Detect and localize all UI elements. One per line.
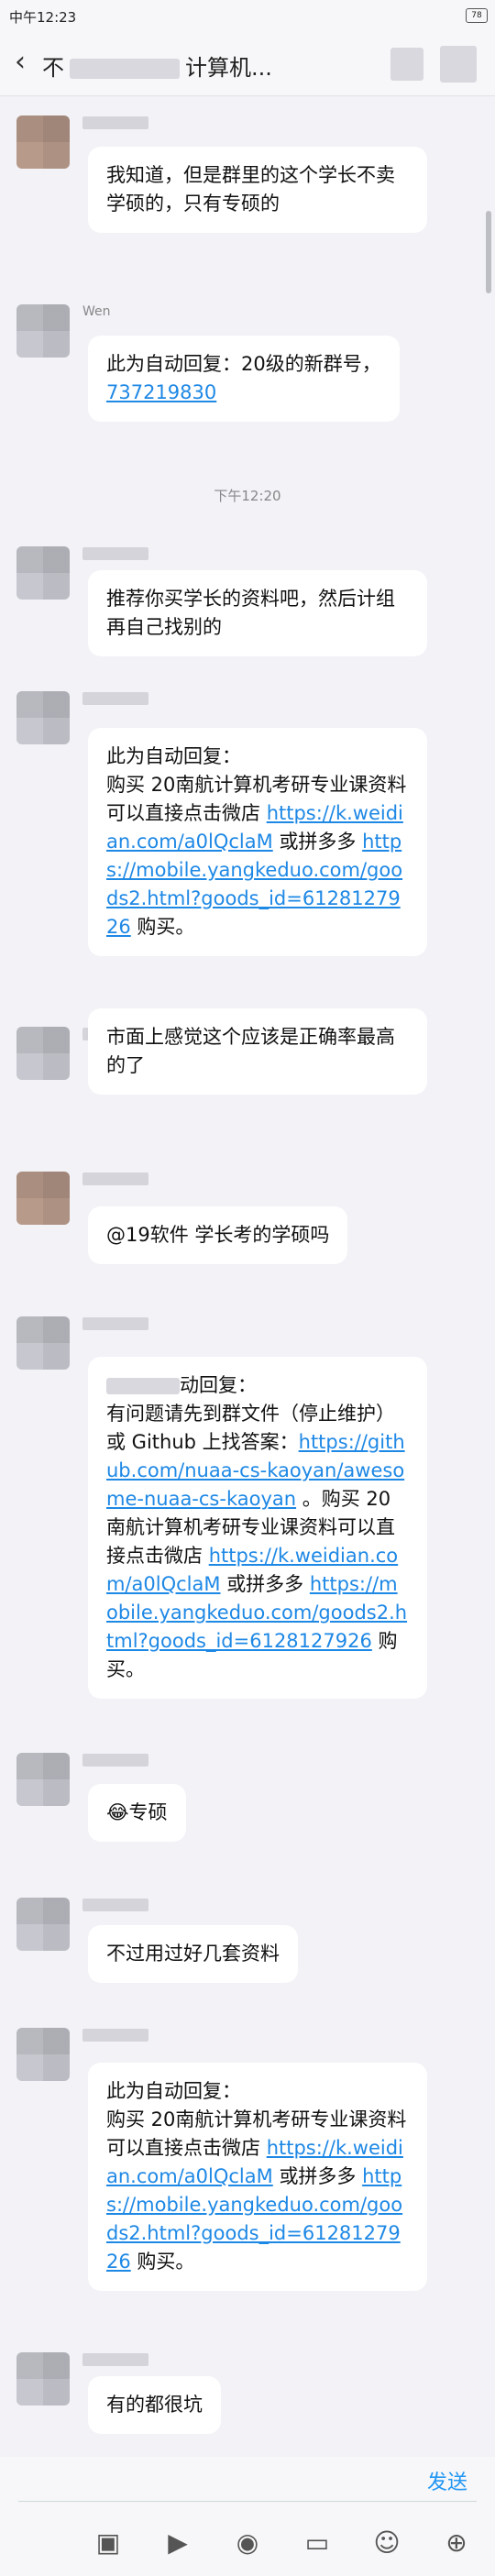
sender-name: [82, 1316, 148, 1333]
battery-icon: 78: [466, 8, 488, 23]
avatar[interactable]: [16, 1027, 70, 1080]
input-toolbar: ▣ ▶ ◉ ▭ ☺ ⊕: [0, 2506, 495, 2576]
message-bubble[interactable]: 动回复： 有问题请先到群文件（停止维护）或 Github 上找答案：https:…: [88, 1357, 427, 1699]
image-icon[interactable]: ▣: [92, 2526, 125, 2559]
plus-icon[interactable]: ⊕: [440, 2526, 473, 2559]
message-text: 不过用过好几套资料: [106, 1943, 280, 1965]
scrollbar[interactable]: [486, 211, 491, 293]
message-text: 市面上感觉这个应该是正确率最高的了: [106, 1026, 395, 1076]
sender-name: [82, 1898, 148, 1914]
avatar[interactable]: [16, 116, 70, 169]
sender-name: [82, 691, 148, 708]
group-members-icon[interactable]: [390, 48, 424, 81]
sender-name: Wen: [82, 304, 111, 319]
composer: 发送: [0, 2457, 495, 2506]
message-bubble[interactable]: 推荐你买学长的资料吧，然后计组再自己找别的: [88, 570, 427, 656]
laughing-emoji-icon: 😂: [106, 1801, 129, 1823]
sender-name: [82, 1753, 148, 1769]
avatar[interactable]: [16, 2028, 70, 2081]
message-bubble[interactable]: 😂专硕: [88, 1784, 186, 1842]
message-bubble[interactable]: 此为自动回复： 购买 20南航计算机考研专业课资料可以直接点击微店 https:…: [88, 2063, 427, 2291]
group-number-link[interactable]: 737219830: [106, 381, 216, 403]
chat-title: 不计算机...: [42, 55, 272, 81]
message-text: 我知道，但是群里的这个学长不卖学硕的，只有专硕的: [106, 164, 395, 215]
avatar[interactable]: [16, 691, 70, 744]
message-text: 专硕: [128, 1801, 168, 1823]
sender-name: [82, 2352, 148, 2369]
message-bubble[interactable]: 此为自动回复： 购买 20南航计算机考研专业课资料可以直接点击微店 https:…: [88, 728, 427, 956]
message-text: 推荐你买学长的资料吧，然后计组再自己找别的: [106, 588, 395, 638]
video-icon[interactable]: ▶: [161, 2526, 194, 2559]
avatar[interactable]: [16, 2352, 70, 2405]
avatar[interactable]: [16, 1316, 70, 1370]
message-bubble[interactable]: @19软件 学长考的学硕吗: [88, 1206, 348, 1264]
message-bubble[interactable]: 不过用过好几套资料: [88, 1925, 298, 1983]
message-bubble[interactable]: 我知道，但是群里的这个学长不卖学硕的，只有专硕的: [88, 147, 427, 233]
avatar[interactable]: [16, 1172, 70, 1225]
sender-name: [82, 116, 148, 132]
folder-icon[interactable]: ▭: [301, 2526, 334, 2559]
sender-name: [82, 1172, 148, 1188]
message-text: @19软件 学长考的学硕吗: [106, 1224, 330, 1246]
avatar[interactable]: [16, 1898, 70, 1951]
back-icon[interactable]: ‹: [15, 46, 26, 78]
timestamp: 下午12:20: [214, 488, 281, 504]
chat-header: ‹ 不计算机...: [0, 31, 495, 96]
send-button[interactable]: 发送: [427, 2466, 468, 2495]
message-bubble[interactable]: 此为自动回复：20级的新群号， 737219830: [88, 336, 400, 422]
more-icon[interactable]: [440, 46, 477, 83]
camera-icon[interactable]: ◉: [231, 2526, 264, 2559]
status-time: 中午12:23: [9, 9, 77, 26]
message-text: 有的都很坑: [106, 2394, 203, 2416]
status-bar: 中午12:23 78: [0, 0, 495, 31]
message-text: 此为自动回复：20级的新群号，: [106, 353, 381, 375]
message-input[interactable]: [18, 2501, 477, 2502]
message-bubble[interactable]: 有的都很坑: [88, 2376, 221, 2434]
avatar[interactable]: [16, 546, 70, 600]
message-bubble[interactable]: 市面上感觉这个应该是正确率最高的了: [88, 1008, 427, 1095]
avatar[interactable]: [16, 1753, 70, 1806]
avatar[interactable]: [16, 304, 70, 358]
emoji-icon[interactable]: ☺: [370, 2526, 403, 2559]
sender-name: [82, 2028, 148, 2044]
sender-name: [82, 546, 148, 563]
